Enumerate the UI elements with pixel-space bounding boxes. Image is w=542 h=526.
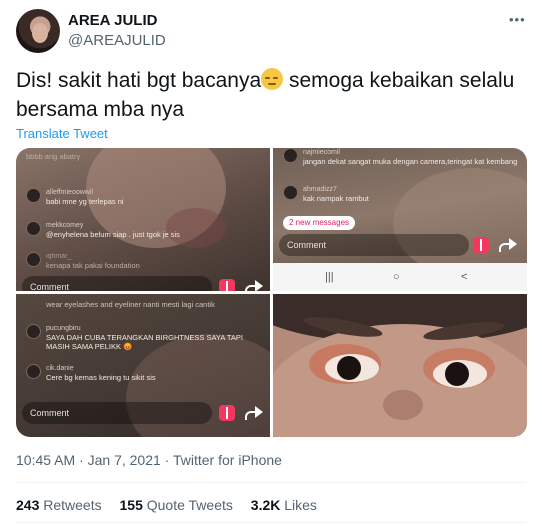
media-image-4[interactable] xyxy=(273,294,527,437)
face-skin xyxy=(273,324,527,437)
engagement-stats: 243 Retweets 155 Quote Tweets 3.2K Likes xyxy=(16,497,317,513)
tweet-time[interactable]: 10:45 AM xyxy=(16,452,75,468)
comment: alleffmieoowwil babi mne yg terlepas ni xyxy=(46,189,124,206)
quote-tweets-stat[interactable]: 155 Quote Tweets xyxy=(120,497,233,513)
share-icon[interactable] xyxy=(499,238,517,252)
left-pupil xyxy=(337,356,361,380)
tweet-date[interactable]: Jan 7, 2021 xyxy=(88,452,161,468)
comment: pucungbiru SAYA DAH CUBA TERANGKAN BIRGHT… xyxy=(46,325,243,351)
media-image-3[interactable]: wear eyelashes and eyeliner nanti mesti … xyxy=(16,294,270,437)
comment: mekkcomey @enyhelena belum siap . just tg… xyxy=(46,222,180,239)
android-nav-bar: ||| ○ < xyxy=(273,263,527,291)
divider xyxy=(16,522,526,523)
gift-icon[interactable] xyxy=(473,237,489,253)
tweet-text-part-1: Dis! sakit hati bgt bacanya xyxy=(16,69,262,92)
media-grid: bbbb ang abatry alleffmieoowwil babi mne … xyxy=(16,148,527,437)
commenter-avatar xyxy=(283,185,298,200)
share-icon[interactable] xyxy=(245,280,263,291)
commenter-avatar xyxy=(283,148,298,163)
tweet-source[interactable]: Twitter for iPhone xyxy=(173,452,282,468)
home-icon[interactable]: ○ xyxy=(393,271,400,283)
more-options-icon[interactable]: ••• xyxy=(509,12,526,27)
media-image-2[interactable]: najmiecomil jangan dekat sangat muka deng… xyxy=(273,148,527,291)
media-image-1[interactable]: bbbb ang abatry alleffmieoowwil babi mne … xyxy=(16,148,270,291)
retweets-stat[interactable]: 243 Retweets xyxy=(16,497,102,513)
translate-tweet-link[interactable]: Translate Tweet xyxy=(16,126,108,141)
display-name[interactable]: AREA JULID xyxy=(68,12,157,29)
comment: najmiecomil jangan dekat sangat muka deng… xyxy=(303,149,518,166)
comment-placeholder: Comment xyxy=(30,408,70,418)
recent-apps-icon[interactable]: ||| xyxy=(325,271,334,283)
tweet-metadata: 10:45 AM · Jan 7, 2021 · Twitter for iPh… xyxy=(16,452,282,468)
comment: iqhmar_ kenapa tak pakai foundation xyxy=(46,253,140,270)
likes-stat[interactable]: 3.2K Likes xyxy=(251,497,317,513)
gift-icon[interactable] xyxy=(219,405,235,421)
faded-comment: wear eyelashes and eyeliner nanti mesti … xyxy=(46,300,215,309)
nose xyxy=(383,390,423,420)
share-icon[interactable] xyxy=(245,406,263,420)
comment-placeholder: Comment xyxy=(287,240,327,250)
divider xyxy=(16,482,526,483)
tweet-text: Dis! sakit hati bgt bacanya semoga kebai… xyxy=(16,66,526,124)
right-pupil xyxy=(445,362,469,386)
commenter-avatar xyxy=(26,221,41,236)
avatar[interactable] xyxy=(16,9,60,53)
commenter-avatar xyxy=(26,252,41,267)
commenter-avatar xyxy=(26,364,41,379)
pensive-face-icon xyxy=(261,68,284,90)
gift-icon[interactable] xyxy=(219,279,235,291)
comment: ahmadizz7 kak nampak rambut xyxy=(303,186,369,203)
faded-comment: bbbb ang abatry xyxy=(26,152,81,161)
new-messages-badge[interactable]: 2 new messages xyxy=(283,216,356,230)
face-area xyxy=(393,168,527,278)
user-handle[interactable]: @AREAJULID xyxy=(68,32,166,49)
comment-placeholder: Comment xyxy=(30,282,70,291)
commenter-avatar xyxy=(26,324,41,339)
back-icon[interactable]: < xyxy=(461,271,467,283)
commenter-avatar xyxy=(26,188,41,203)
comment: cik.danie Cere bg kemas kening tu sikit s… xyxy=(46,365,156,382)
